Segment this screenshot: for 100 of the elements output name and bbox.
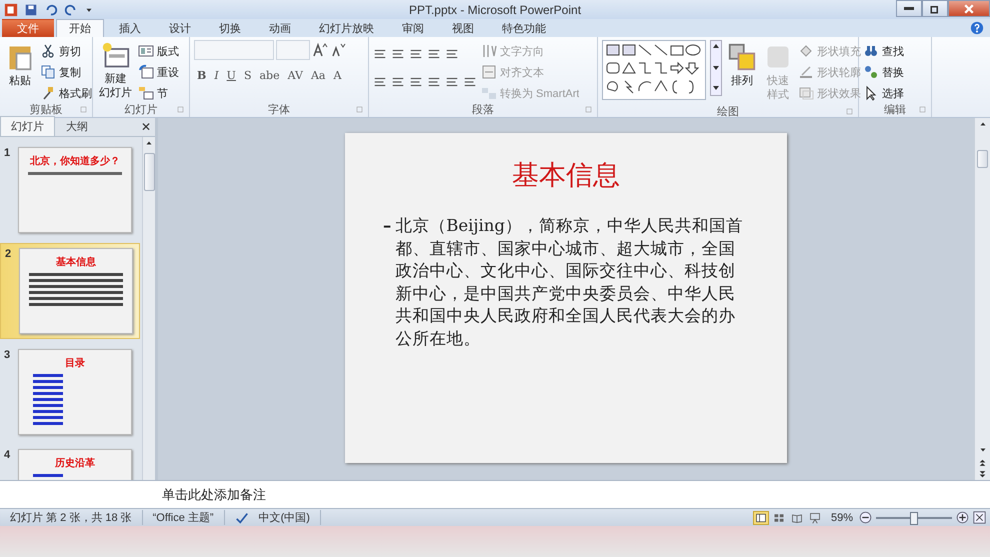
slide-number: 2 xyxy=(5,248,12,262)
undo-icon xyxy=(44,2,58,17)
text-direction-icon xyxy=(481,43,497,60)
help-icon xyxy=(970,21,984,36)
section-icon xyxy=(138,85,154,102)
new-slide-icon xyxy=(100,42,130,70)
redo-icon xyxy=(64,2,78,17)
format-button[interactable]: Aa xyxy=(308,66,328,84)
format-button[interactable]: U xyxy=(224,66,239,84)
reset-icon xyxy=(138,64,154,80)
ribbon-tab[interactable]: 切换 xyxy=(206,19,254,38)
slide-counter: 幻灯片 第 2 张，共 18 张 xyxy=(0,510,143,526)
paint-bucket-icon xyxy=(798,43,814,60)
ribbon-button[interactable]: 格式刷 xyxy=(40,84,92,102)
font-size-field[interactable] xyxy=(276,40,310,60)
minimize-button[interactable] xyxy=(896,0,922,17)
launcher-icon xyxy=(356,106,364,114)
ribbon-button[interactable]: 版式 xyxy=(138,42,179,60)
window-title: PPT.pptx - Microsoft PowerPoint xyxy=(408,2,582,17)
thumbnail-title: 北京，你知道多少？ xyxy=(30,154,120,168)
launcher-icon xyxy=(846,108,854,116)
launcher-icon xyxy=(919,106,927,114)
align-text-icon xyxy=(481,64,497,80)
app-logo-icon xyxy=(4,2,18,17)
slide-thumbnail-item[interactable]: 2 基本信息 xyxy=(0,243,140,340)
slide-thumbnail-item[interactable]: 1 北京，你知道多少？ xyxy=(0,143,138,238)
ribbon-button[interactable]: 替换 xyxy=(863,63,904,82)
slide-thumbnail-item[interactable]: 4 历史沿革 xyxy=(0,445,138,480)
minimize-icon xyxy=(904,7,914,10)
panel-tab[interactable]: 大纲 xyxy=(55,116,99,136)
group-label: 编辑 xyxy=(884,103,906,118)
close-button[interactable] xyxy=(948,0,990,17)
ribbon-tab[interactable]: 开始 xyxy=(56,19,104,38)
pen-icon xyxy=(798,64,814,80)
slide-thumbnail-item[interactable]: 3 目录 xyxy=(0,345,138,440)
zoom-out-icon xyxy=(859,511,872,524)
scrollbar[interactable] xyxy=(974,118,990,480)
smartart-icon xyxy=(481,85,497,102)
up-arrow-icon xyxy=(145,139,153,148)
up-arrow-icon xyxy=(978,120,986,128)
launcher-icon xyxy=(585,106,593,114)
zoom-slider-thumb[interactable] xyxy=(910,512,918,525)
text-lines-drawing xyxy=(33,374,63,426)
zoom-in-icon xyxy=(956,511,969,524)
slide-number: 4 xyxy=(4,449,12,464)
ribbon-tab[interactable]: 动画 xyxy=(256,19,304,38)
panel-tab[interactable]: 幻灯片 xyxy=(0,116,55,136)
zoom-level[interactable]: 59% xyxy=(824,512,859,524)
thumbnail-title: 基本信息 xyxy=(56,256,96,270)
scrollbar[interactable] xyxy=(142,137,155,480)
launcher-icon xyxy=(177,106,185,114)
language-label: 中文(中国) xyxy=(258,510,310,526)
ribbon-tab[interactable]: 设计 xyxy=(156,19,204,38)
ribbon-tab[interactable]: 审阅 xyxy=(389,19,437,38)
ribbon-tab[interactable]: 插入 xyxy=(106,19,154,38)
slide-number: 1 xyxy=(4,147,12,162)
format-button[interactable]: A xyxy=(330,66,344,84)
group-label: 剪贴板 xyxy=(30,102,62,118)
group-label: 绘图 xyxy=(717,105,739,120)
paste-button[interactable]: 粘贴 xyxy=(4,40,36,102)
ribbon-button[interactable]: 复制 xyxy=(40,63,92,82)
copy-icon xyxy=(40,64,56,80)
ribbon-tab[interactable]: 幻灯片放映 xyxy=(306,19,387,38)
ribbon-button[interactable]: 查找 xyxy=(863,42,904,60)
font-name-field[interactable] xyxy=(194,40,274,60)
close-icon xyxy=(963,2,975,14)
effects-icon xyxy=(798,85,814,102)
new-slide-button[interactable]: 新建 幻灯片 xyxy=(97,40,134,102)
thumbnail-title: 目录 xyxy=(65,356,85,370)
fit-to-window-icon xyxy=(973,511,986,524)
ribbon-button[interactable]: 选择 xyxy=(863,84,904,102)
ribbon-button[interactable]: 剪切 xyxy=(40,42,92,60)
view-button[interactable] xyxy=(752,510,769,525)
group-label: 字体 xyxy=(268,102,290,118)
bullet-mark: – xyxy=(383,215,392,238)
ribbon-button[interactable]: 排列 xyxy=(726,40,758,104)
slide-body-text: 北京（Beijing），简称京，中华人民共和国首都、直辖市、国家中心城市、超大城市，全国政治中心、文化中心、国际交往中心、科技创新中心，是中国共产党中央委员会、中华人民共和国中央人民政府和全国人民代表大会的办公所在地。 xyxy=(395,215,744,350)
format-button[interactable]: S xyxy=(240,66,254,84)
layout-icon xyxy=(138,43,154,60)
book-view-icon xyxy=(790,512,803,524)
brush-icon xyxy=(43,87,53,100)
format-button[interactable]: I xyxy=(211,66,222,84)
scroll-thumb[interactable] xyxy=(977,150,988,168)
scroll-thumb[interactable] xyxy=(144,153,154,192)
arrange-icon xyxy=(728,42,756,72)
file-menu-tab[interactable]: 文件 xyxy=(2,19,54,38)
ribbon-tab[interactable]: 特色功能 xyxy=(489,19,559,38)
slideshow-view-icon xyxy=(808,512,821,524)
next-slide-icon xyxy=(978,470,987,479)
format-button[interactable]: abe xyxy=(256,66,283,84)
theme-name: “Office 主题” xyxy=(142,510,225,526)
ribbon-button[interactable]: 节 xyxy=(138,84,179,102)
ribbon-button[interactable]: 重设 xyxy=(138,63,179,82)
launcher-icon xyxy=(80,106,88,114)
format-button[interactable]: AV xyxy=(284,66,306,84)
format-button[interactable]: B xyxy=(194,66,210,84)
previous-slide-icon xyxy=(978,458,987,467)
restore-button[interactable] xyxy=(922,0,948,17)
close-panel-button[interactable]: ✕ xyxy=(140,120,151,134)
ribbon-tab[interactable]: 视图 xyxy=(439,19,487,38)
